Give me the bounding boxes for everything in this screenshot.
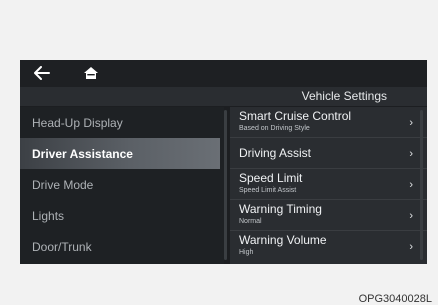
setting-sublabel: Speed Limit Assist [239, 187, 297, 194]
setting-smart-cruise-control[interactable]: Smart Cruise Control Based on Driving St… [230, 107, 427, 138]
setting-label: Smart Cruise Control [239, 109, 352, 123]
setting-sublabel: High [239, 249, 254, 256]
menu-item-lights[interactable]: Lights [20, 200, 220, 231]
chevron-right-icon: › [409, 241, 413, 253]
home-icon [84, 67, 98, 79]
setting-driving-assist[interactable]: Driving Assist › [230, 138, 427, 169]
setting-warning-volume[interactable]: Warning Volume High › [230, 231, 427, 262]
settings-list: Smart Cruise Control Based on Driving St… [230, 107, 427, 264]
home-button[interactable] [77, 62, 105, 84]
setting-speed-limit[interactable]: Speed Limit Speed Limit Assist › [230, 169, 427, 200]
left-scrollbar[interactable] [224, 110, 227, 260]
setting-label: Warning Timing [239, 202, 322, 216]
figure-code: OPG3040028L [358, 293, 432, 305]
chevron-right-icon: › [409, 148, 413, 160]
menu-item-label: Head-Up Display [32, 115, 123, 130]
setting-warning-timing[interactable]: Warning Timing Normal › [230, 200, 427, 231]
infotainment-screen: Vehicle Settings Head-Up Display Driver … [20, 60, 427, 264]
menu-item-label: Driver Assistance [32, 146, 133, 161]
menu-item-label: Door/Trunk [32, 239, 92, 254]
chevron-right-icon: › [409, 210, 413, 222]
menu-item-drive-mode[interactable]: Drive Mode [20, 169, 220, 200]
top-bar [20, 60, 427, 87]
setting-label: Speed Limit [239, 171, 303, 185]
setting-sublabel: Based on Driving Style [239, 125, 310, 132]
figure-frame: Vehicle Settings Head-Up Display Driver … [0, 0, 438, 305]
setting-label: Driving Assist [239, 146, 312, 160]
menu-item-door-trunk[interactable]: Door/Trunk [20, 231, 220, 262]
chevron-right-icon: › [409, 117, 413, 129]
category-list: Head-Up Display Driver Assistance Drive … [20, 107, 224, 264]
settings-header: Vehicle Settings [20, 87, 427, 106]
chevron-right-icon: › [409, 179, 413, 191]
right-scrollbar[interactable] [420, 110, 423, 260]
back-button[interactable] [28, 62, 56, 84]
back-arrow-icon [34, 66, 50, 80]
setting-sublabel: Normal [239, 218, 262, 225]
menu-item-driver-assistance[interactable]: Driver Assistance [20, 138, 220, 169]
menu-item-label: Lights [32, 208, 65, 223]
menu-item-label: Drive Mode [32, 177, 94, 192]
setting-label: Warning Volume [239, 233, 327, 247]
page-title: Vehicle Settings [301, 89, 387, 103]
menu-item-head-up-display[interactable]: Head-Up Display [20, 107, 220, 138]
